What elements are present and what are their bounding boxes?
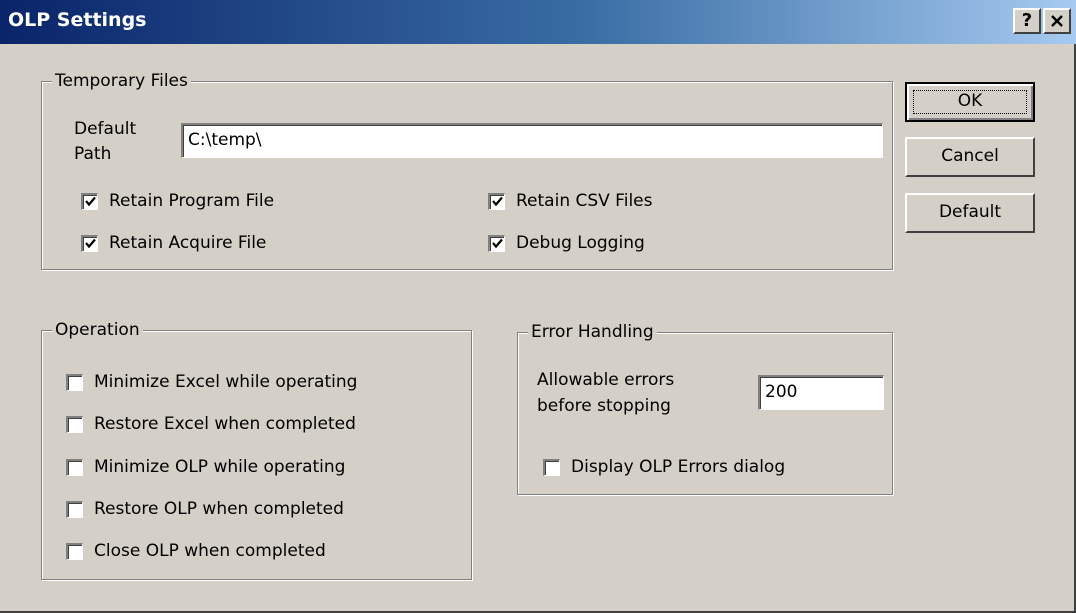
display-olp-errors-label: Display OLP Errors dialog — [571, 457, 786, 477]
checkbox-box[interactable] — [543, 458, 560, 476]
allowable-errors-input[interactable]: 200 — [758, 375, 884, 410]
debug-logging-label: Debug Logging — [516, 233, 645, 253]
close-olp-checkbox[interactable]: Close OLP when completed — [66, 539, 326, 563]
error-handling-legend: Error Handling — [528, 321, 657, 343]
checkbox-box[interactable] — [488, 234, 505, 252]
allowable-errors-label-line2: before stopping — [537, 396, 671, 416]
checkmark-icon — [491, 238, 503, 249]
retain-csv-files-checkbox[interactable]: Retain CSV Files — [488, 189, 653, 213]
minimize-olp-label: Minimize OLP while operating — [94, 457, 346, 477]
operation-legend: Operation — [52, 319, 143, 341]
restore-olp-label: Restore OLP when completed — [94, 499, 344, 519]
minimize-excel-checkbox[interactable]: Minimize Excel while operating — [66, 370, 357, 394]
ok-button[interactable]: OK — [905, 82, 1035, 122]
help-button[interactable]: ? — [1013, 8, 1041, 34]
checkbox-box[interactable] — [66, 542, 83, 560]
minimize-olp-checkbox[interactable]: Minimize OLP while operating — [66, 455, 345, 479]
default-path-label-line1: Default — [74, 119, 137, 139]
minimize-excel-label: Minimize Excel while operating — [94, 372, 358, 392]
restore-excel-checkbox[interactable]: Restore Excel when completed — [66, 412, 356, 436]
close-button[interactable] — [1043, 8, 1071, 34]
debug-logging-checkbox[interactable]: Debug Logging — [488, 231, 645, 255]
checkbox-box[interactable] — [66, 415, 83, 433]
checkmark-icon — [84, 238, 96, 249]
checkmark-icon — [84, 196, 96, 207]
cancel-button[interactable]: Cancel — [905, 137, 1035, 177]
checkbox-box[interactable] — [81, 234, 98, 252]
restore-olp-checkbox[interactable]: Restore OLP when completed — [66, 497, 344, 521]
retain-program-file-label: Retain Program File — [109, 191, 275, 211]
checkbox-box[interactable] — [66, 373, 83, 391]
retain-program-file-checkbox[interactable]: Retain Program File — [81, 189, 274, 213]
olp-settings-dialog: OLP Settings ? Temporary Files Default P… — [0, 0, 1076, 613]
checkbox-box[interactable] — [66, 500, 83, 518]
retain-csv-files-label: Retain CSV Files — [516, 191, 653, 211]
checkbox-box[interactable] — [66, 458, 83, 476]
retain-acquire-file-label: Retain Acquire File — [109, 233, 267, 253]
focus-rectangle — [913, 90, 1027, 114]
close-olp-label: Close OLP when completed — [94, 541, 326, 561]
checkbox-box[interactable] — [81, 192, 98, 210]
close-icon — [1051, 15, 1063, 27]
checkmark-icon — [491, 196, 503, 207]
title-bar[interactable]: OLP Settings ? — [0, 0, 1076, 44]
restore-excel-label: Restore Excel when completed — [94, 414, 356, 434]
default-button[interactable]: Default — [905, 193, 1035, 233]
default-path-label-line2: Path — [74, 144, 112, 164]
temporary-files-legend: Temporary Files — [52, 70, 191, 92]
window-title: OLP Settings — [8, 9, 147, 31]
default-path-input[interactable]: C:\temp\ — [181, 123, 883, 158]
allowable-errors-label-line1: Allowable errors — [537, 370, 675, 390]
retain-acquire-file-checkbox[interactable]: Retain Acquire File — [81, 231, 266, 255]
checkbox-box[interactable] — [488, 192, 505, 210]
display-olp-errors-checkbox[interactable]: Display OLP Errors dialog — [543, 455, 785, 479]
